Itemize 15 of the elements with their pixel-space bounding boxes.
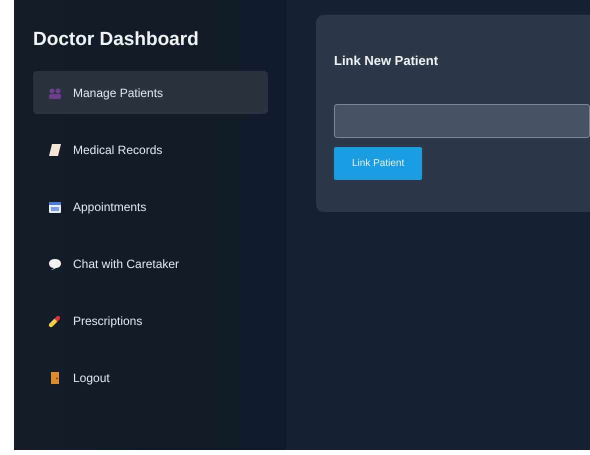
patient-input-field[interactable] (334, 104, 590, 138)
door-icon (48, 370, 62, 384)
nav-item[interactable]: Manage Patients (33, 71, 268, 114)
nav-item[interactable]: Appointments (33, 185, 268, 228)
people-icon (48, 86, 62, 100)
pill-icon (48, 314, 62, 328)
nav-item[interactable]: Prescriptions (33, 299, 268, 342)
memo-icon (48, 142, 62, 156)
calendar-icon (48, 200, 62, 214)
card-title: Link New Patient (334, 53, 440, 68)
speech-bubble-icon (48, 256, 62, 270)
nav-item[interactable]: Medical Records (33, 128, 268, 171)
nav-item[interactable]: Chat with Caretaker (33, 242, 268, 285)
sidebar-title: Doctor Dashboard (33, 29, 200, 51)
nav-item[interactable]: Logout (33, 356, 268, 399)
